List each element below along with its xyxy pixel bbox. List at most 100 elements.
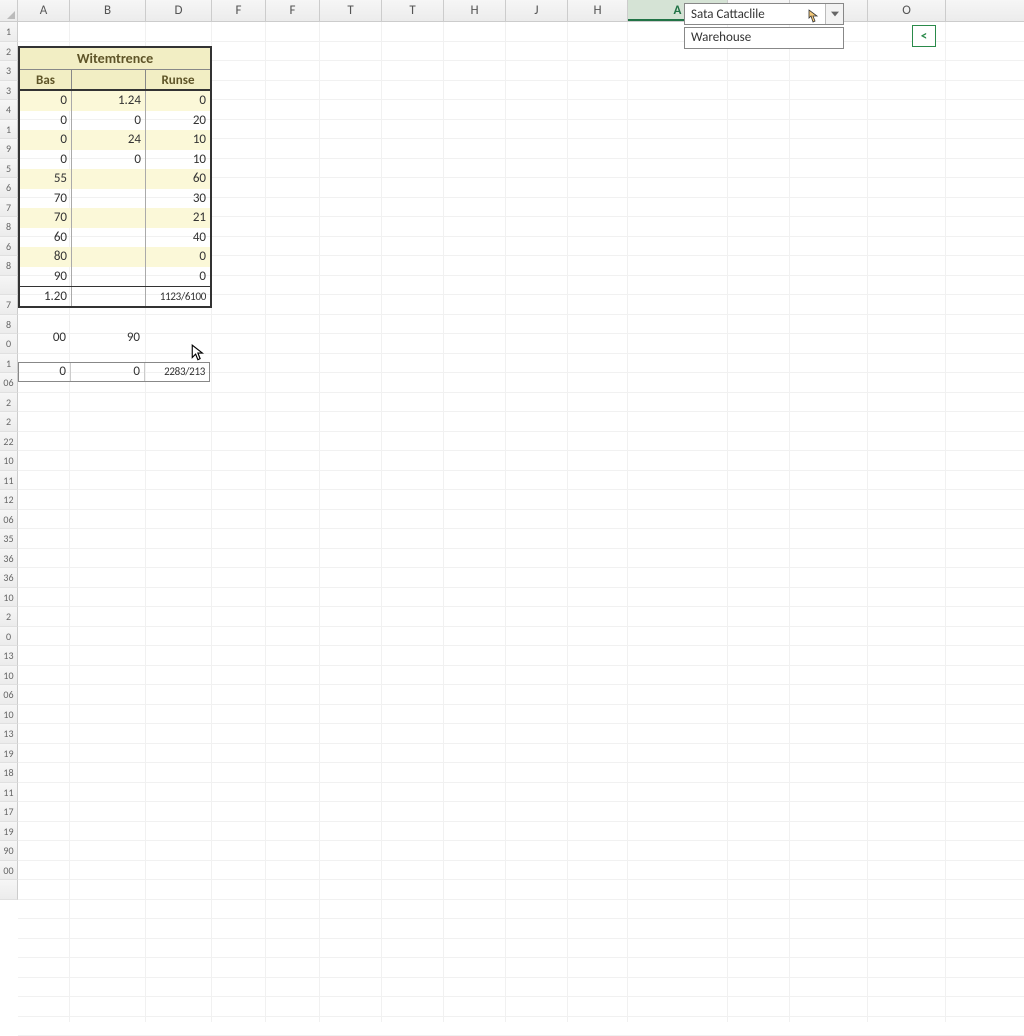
- col-header-H[interactable]: H: [444, 0, 506, 21]
- row-header[interactable]: 5: [0, 159, 18, 179]
- summary-b[interactable]: 0: [71, 363, 145, 381]
- row-header[interactable]: 19: [0, 744, 18, 764]
- cell-d[interactable]: 40: [146, 228, 210, 248]
- col-header-H2[interactable]: H: [568, 0, 628, 21]
- row-header[interactable]: 17: [0, 802, 18, 822]
- cell-a[interactable]: 0: [20, 111, 72, 131]
- cell-d[interactable]: 10: [146, 130, 210, 150]
- row-header[interactable]: 36: [0, 549, 18, 569]
- row-header[interactable]: 4: [0, 100, 18, 120]
- row-header[interactable]: 18: [0, 763, 18, 783]
- cell-d[interactable]: 0: [146, 91, 210, 111]
- col-header-J[interactable]: J: [506, 0, 568, 21]
- cell-d[interactable]: 60: [146, 169, 210, 189]
- cell-b[interactable]: [72, 169, 146, 189]
- summary-a[interactable]: 0: [19, 363, 71, 381]
- col-header-F2[interactable]: F: [266, 0, 320, 21]
- cell-a[interactable]: 0: [20, 150, 72, 170]
- row-header[interactable]: 11: [0, 783, 18, 803]
- row-header[interactable]: 00: [0, 861, 18, 881]
- row-header[interactable]: 13: [0, 646, 18, 666]
- total-a[interactable]: 1.20: [20, 287, 72, 306]
- cell-a[interactable]: 70: [20, 208, 72, 228]
- row-header[interactable]: 3: [0, 81, 18, 101]
- cell-a[interactable]: 0: [20, 130, 72, 150]
- row-header[interactable]: 11: [0, 471, 18, 491]
- row-header[interactable]: 2: [0, 412, 18, 432]
- cell-b[interactable]: [72, 208, 146, 228]
- row-header[interactable]: 06: [0, 685, 18, 705]
- col-header-O[interactable]: O: [868, 0, 946, 21]
- col-header-B[interactable]: B: [70, 0, 146, 21]
- row-header[interactable]: 10: [0, 588, 18, 608]
- cell-b[interactable]: [72, 189, 146, 209]
- cell-b[interactable]: 1.24: [72, 91, 146, 111]
- row-header[interactable]: 10: [0, 705, 18, 725]
- extra-a[interactable]: 00: [18, 328, 70, 348]
- col-header-A[interactable]: A: [18, 0, 70, 21]
- cell-a[interactable]: 60: [20, 228, 72, 248]
- chevron-left-button[interactable]: <: [912, 25, 936, 47]
- row-header[interactable]: 6: [0, 178, 18, 198]
- row-header[interactable]: 19: [0, 822, 18, 842]
- cell-a[interactable]: 80: [20, 247, 72, 267]
- row-header[interactable]: 36: [0, 568, 18, 588]
- cell-b[interactable]: [72, 228, 146, 248]
- table-head: Bas Runse: [20, 70, 210, 91]
- row-header[interactable]: 8: [0, 256, 18, 276]
- col-header-T2[interactable]: T: [382, 0, 444, 21]
- row-header[interactable]: 12: [0, 490, 18, 510]
- row-header[interactable]: 7: [0, 198, 18, 218]
- row-header[interactable]: 22: [0, 432, 18, 452]
- total-b[interactable]: [72, 287, 146, 306]
- select-all-corner[interactable]: [0, 0, 18, 21]
- cell-d[interactable]: 0: [146, 247, 210, 267]
- row-header[interactable]: [0, 276, 18, 296]
- cell-d[interactable]: 21: [146, 208, 210, 228]
- row-header[interactable]: 2: [0, 42, 18, 62]
- row-header[interactable]: 1: [0, 22, 18, 42]
- cell-d[interactable]: 10: [146, 150, 210, 170]
- cell-a[interactable]: 0: [20, 91, 72, 111]
- cell-a[interactable]: 55: [20, 169, 72, 189]
- row-header[interactable]: [0, 880, 18, 900]
- row-header[interactable]: 3: [0, 61, 18, 81]
- cell-b[interactable]: 0: [72, 111, 146, 131]
- row-header[interactable]: 1: [0, 354, 18, 374]
- summary-d[interactable]: 2283/213: [145, 363, 209, 381]
- cell-b[interactable]: 0: [72, 150, 146, 170]
- col-header-T[interactable]: T: [320, 0, 382, 21]
- row-header[interactable]: 7: [0, 295, 18, 315]
- row-header[interactable]: 06: [0, 510, 18, 530]
- row-header[interactable]: 90: [0, 841, 18, 861]
- cell-d[interactable]: 30: [146, 189, 210, 209]
- row-header[interactable]: 2: [0, 607, 18, 627]
- cell-a[interactable]: 90: [20, 267, 72, 287]
- total-d[interactable]: 1123/6100: [146, 287, 210, 306]
- cell-d[interactable]: 20: [146, 111, 210, 131]
- row-header[interactable]: 1: [0, 120, 18, 140]
- row-header[interactable]: 8: [0, 315, 18, 335]
- extra-b[interactable]: 90: [70, 328, 144, 348]
- cell-d[interactable]: 0: [146, 267, 210, 287]
- row-header[interactable]: 06: [0, 373, 18, 393]
- cell-b[interactable]: 24: [72, 130, 146, 150]
- row-header[interactable]: 13: [0, 724, 18, 744]
- row-header[interactable]: 6: [0, 237, 18, 257]
- row-header[interactable]: 35: [0, 529, 18, 549]
- row-header[interactable]: 10: [0, 666, 18, 686]
- row-header[interactable]: 0: [0, 334, 18, 354]
- cell-b[interactable]: [72, 247, 146, 267]
- sheet-area[interactable]: Witemtrence Bas Runse 01.240002002410001…: [18, 22, 1024, 900]
- col-header-D[interactable]: D: [146, 0, 212, 21]
- col-header-F[interactable]: F: [212, 0, 266, 21]
- row-header[interactable]: 10: [0, 451, 18, 471]
- row-header[interactable]: 8: [0, 217, 18, 237]
- dropdown-arrow-icon[interactable]: [825, 4, 843, 24]
- cell-b[interactable]: [72, 267, 146, 287]
- cell-a[interactable]: 70: [20, 189, 72, 209]
- row-header[interactable]: 2: [0, 393, 18, 413]
- dropdown-warehouse[interactable]: Warehouse: [684, 27, 844, 49]
- row-header[interactable]: 9: [0, 139, 18, 159]
- row-header[interactable]: 0: [0, 627, 18, 647]
